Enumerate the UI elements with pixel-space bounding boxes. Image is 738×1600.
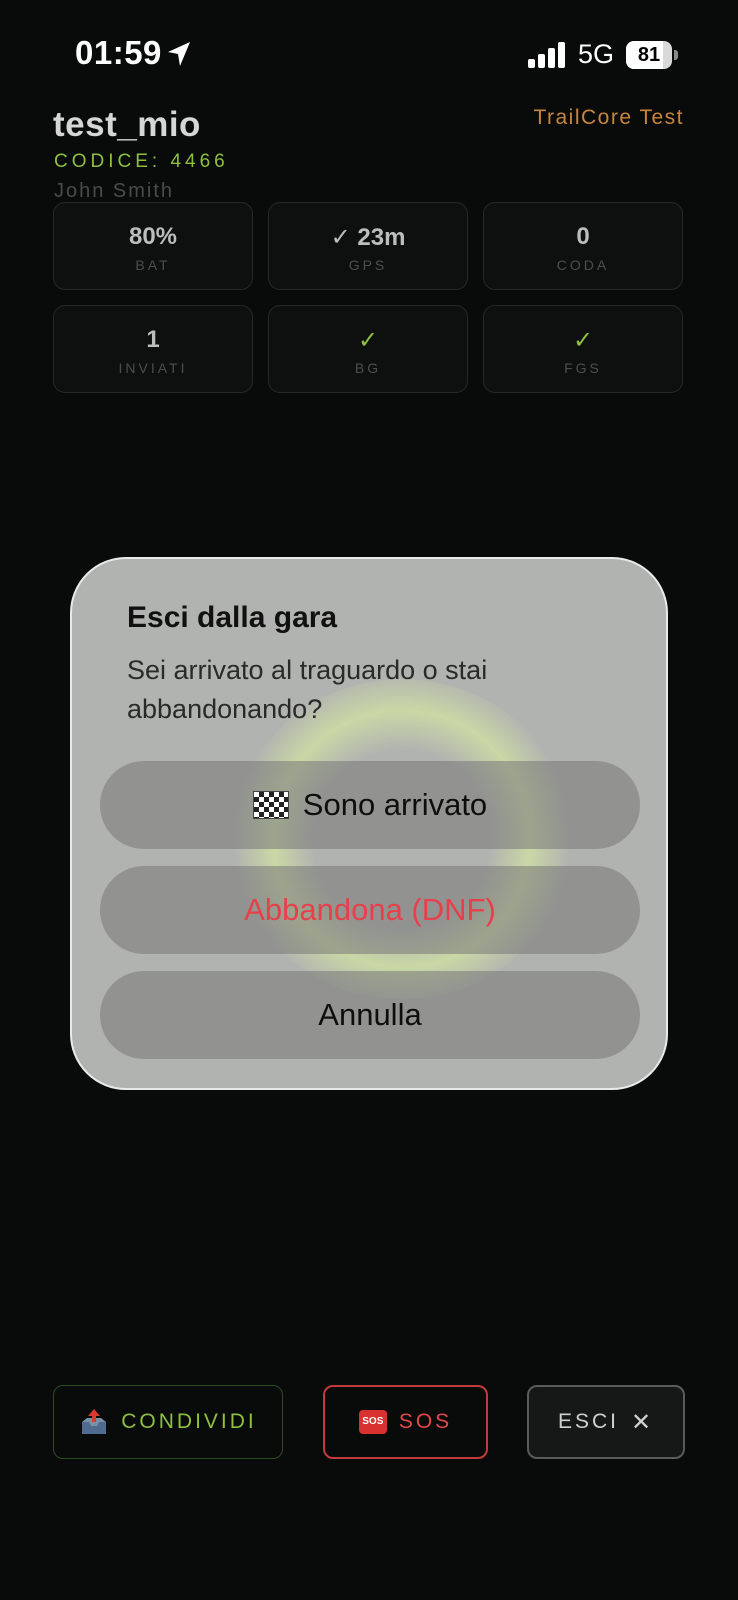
sos-label: SOS: [398, 1410, 453, 1433]
finish-label: Sono arrivato: [302, 787, 488, 822]
finish-button[interactable]: Sono arrivato: [100, 761, 640, 849]
checkered-flag-icon: [252, 791, 289, 819]
check-icon: ✓: [357, 327, 379, 354]
cancel-label: Annulla: [318, 997, 422, 1032]
dnf-button[interactable]: Abbandona (DNF): [100, 866, 640, 954]
stat-value: ✓ 23m: [330, 224, 406, 251]
network-type: 5G: [578, 39, 615, 69]
share-button[interactable]: CONDIVIDI: [53, 1385, 283, 1459]
cancel-button[interactable]: Annulla: [100, 971, 640, 1059]
event-name: test_mio: [53, 105, 201, 144]
exit-button[interactable]: ESCI ✕: [527, 1385, 685, 1459]
stat-battery: 80% BAT: [53, 202, 253, 290]
stat-gps: ✓ 23m GPS: [268, 202, 468, 290]
exit-race-dialog: Esci dalla gara Sei arrivato al traguard…: [70, 557, 668, 1090]
stat-background: ✓ BG: [268, 305, 468, 393]
signal-icon: [528, 42, 565, 68]
close-icon: ✕: [630, 1408, 655, 1436]
stat-queue: 0 CODA: [483, 202, 683, 290]
dialog-title: Esci dalla gara: [127, 601, 338, 634]
stat-sent: 1 INVIATI: [53, 305, 253, 393]
stat-label: INVIATI: [118, 360, 188, 376]
dialog-message: Sei arrivato al traguardo o stai abbando…: [127, 655, 488, 724]
sos-icon: SOS: [358, 1410, 387, 1434]
share-label: CONDIVIDI: [121, 1410, 257, 1433]
location-arrow-icon: [168, 42, 190, 66]
stat-label: GPS: [348, 257, 388, 273]
stat-value: 0: [576, 223, 590, 250]
stat-label: FGS: [564, 360, 602, 376]
exit-label: ESCI: [557, 1410, 619, 1433]
battery-percent: 81: [637, 44, 661, 66]
outbox-tray-icon: [82, 1409, 107, 1434]
dnf-label: Abbandona (DNF): [244, 892, 496, 927]
stat-label: CODA: [556, 257, 610, 273]
stat-label: BG: [354, 360, 382, 376]
check-icon: ✓: [572, 327, 594, 354]
race-code: CODICE: 4466: [54, 151, 229, 172]
runner-name: John Smith: [54, 180, 175, 202]
stat-value: 1: [146, 326, 160, 353]
stat-label: BAT: [135, 257, 171, 273]
stat-value: 80%: [128, 223, 178, 250]
sos-button[interactable]: SOS SOS: [323, 1385, 488, 1459]
stat-fgs: ✓ FGS: [483, 305, 683, 393]
status-time: 01:59: [75, 34, 162, 71]
app-name: TrailCore Test: [533, 106, 684, 129]
battery-icon: 81: [626, 41, 678, 69]
status-bar: 01:59 5G 81: [0, 0, 738, 110]
